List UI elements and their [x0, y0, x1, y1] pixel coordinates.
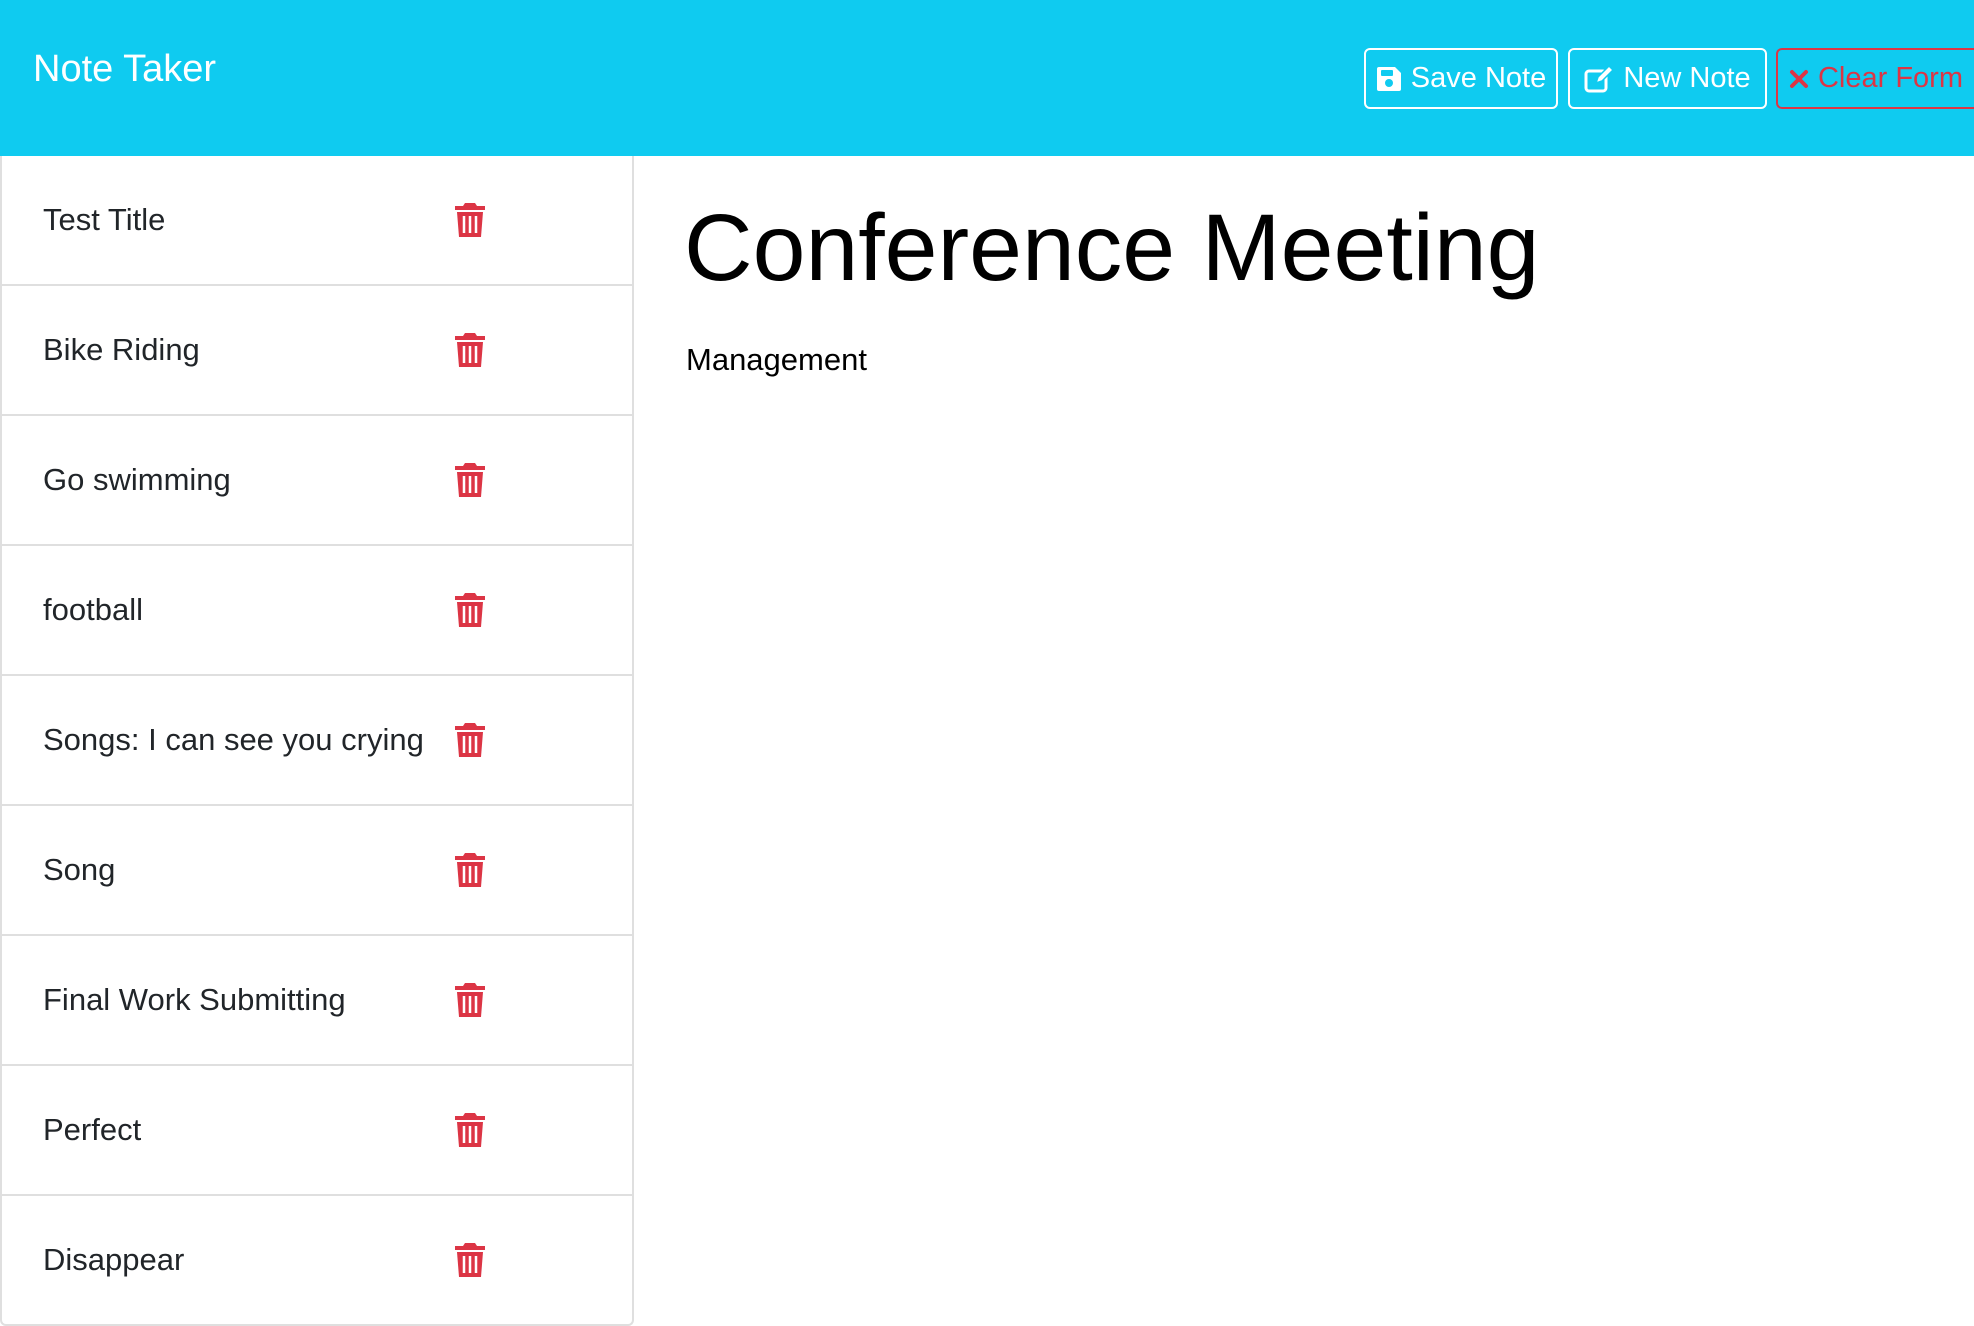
trash-icon[interactable]	[454, 592, 486, 628]
list-item[interactable]: Test Title	[0, 156, 634, 286]
list-item[interactable]: Disappear	[0, 1196, 634, 1326]
trash-icon[interactable]	[454, 332, 486, 368]
list-item[interactable]: Final Work Submitting	[0, 936, 634, 1066]
list-item[interactable]: Go swimming	[0, 416, 634, 546]
clear-form-button[interactable]: Clear Form	[1776, 48, 1974, 109]
note-list-title[interactable]: Go swimming	[43, 462, 231, 498]
list-item[interactable]: Song	[0, 806, 634, 936]
trash-icon[interactable]	[454, 1112, 486, 1148]
new-note-button[interactable]: New Note	[1568, 48, 1767, 109]
list-item[interactable]: Songs: I can see you crying	[0, 676, 634, 806]
app-brand[interactable]: Note Taker	[33, 50, 216, 88]
trash-icon[interactable]	[454, 852, 486, 888]
list-item[interactable]: Perfect	[0, 1066, 634, 1196]
note-list-title[interactable]: Test Title	[43, 202, 165, 238]
list-item[interactable]: Bike Riding	[0, 286, 634, 416]
note-list-title[interactable]: Song	[43, 852, 115, 888]
note-list-title[interactable]: Perfect	[43, 1112, 141, 1148]
new-note-label: New Note	[1623, 62, 1751, 94]
save-note-button[interactable]: Save Note	[1364, 48, 1558, 109]
trash-icon[interactable]	[454, 202, 486, 238]
note-list-title[interactable]: Bike Riding	[43, 332, 200, 368]
note-textarea[interactable]: Management	[686, 342, 867, 378]
save-icon	[1376, 66, 1402, 92]
edit-icon	[1584, 64, 1615, 93]
clear-form-label: Clear Form	[1817, 62, 1963, 94]
note-list: Test Title Bike Riding Go swimming footb…	[0, 156, 634, 1326]
note-list-title[interactable]: Disappear	[43, 1242, 184, 1278]
list-item[interactable]: football	[0, 546, 634, 676]
note-list-title[interactable]: football	[43, 592, 143, 628]
trash-icon[interactable]	[454, 462, 486, 498]
trash-icon[interactable]	[454, 722, 486, 758]
save-note-label: Save Note	[1410, 62, 1547, 94]
trash-icon[interactable]	[454, 982, 486, 1018]
note-list-title[interactable]: Songs: I can see you crying	[43, 722, 424, 758]
note-list-title[interactable]: Final Work Submitting	[43, 982, 346, 1018]
navbar: Note Taker Save Note New Note Clear Form	[0, 0, 1974, 156]
trash-icon[interactable]	[454, 1242, 486, 1278]
close-icon	[1789, 69, 1809, 89]
note-title-input[interactable]: Conference Meeting	[684, 196, 1540, 301]
